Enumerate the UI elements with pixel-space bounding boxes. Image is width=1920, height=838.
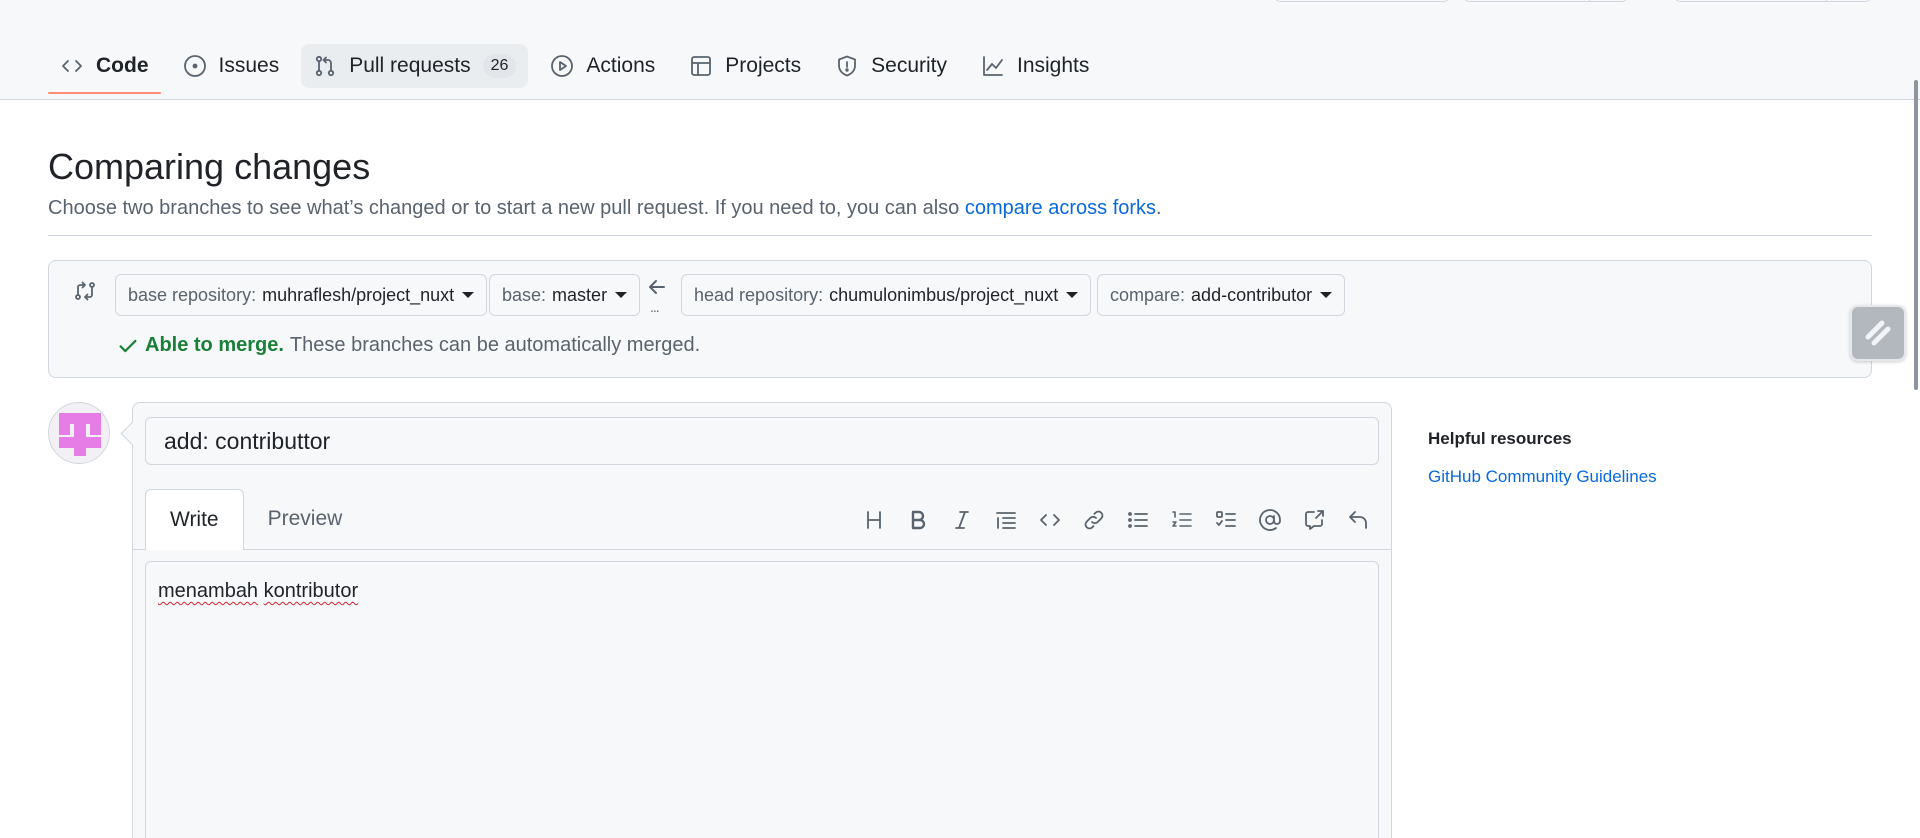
editor-tabs: Write Preview (145, 489, 366, 550)
caret-down-icon (1066, 292, 1079, 298)
merge-status-text: These branches can be automatically merg… (289, 334, 701, 356)
quote-icon[interactable] (987, 501, 1024, 539)
issue-opened-icon (183, 55, 206, 77)
repo-header: Code Issues Pull requests 26 Actions Pro… (0, 0, 1920, 100)
helpful-resources: Helpful resources GitHub Community Guide… (1428, 429, 1657, 487)
undo-icon[interactable] (1339, 501, 1376, 539)
avatar (48, 402, 110, 464)
repo-nav: Code Issues Pull requests 26 Actions Pro… (48, 42, 1101, 94)
pull-request-composer: Write Preview menambah kontributor (132, 402, 1392, 838)
tab-code-label: Code (96, 54, 149, 77)
subtitle-end: . (1156, 197, 1162, 219)
cross-reference-icon[interactable] (1295, 501, 1332, 539)
unordered-list-icon[interactable] (1119, 501, 1156, 539)
bold-icon[interactable] (899, 501, 936, 539)
pr-title-input[interactable] (145, 417, 1379, 465)
body-word: menambah (158, 580, 259, 602)
play-icon (551, 55, 574, 77)
tab-projects[interactable]: Projects (677, 44, 813, 88)
tab-code[interactable]: Code (48, 44, 161, 94)
table-icon (691, 56, 712, 76)
watch-button[interactable] (1275, 0, 1449, 2)
base-repository-select[interactable]: base repository: muhraflesh/project_nuxt (115, 274, 488, 316)
git-compare-icon (73, 279, 97, 303)
link-icon[interactable] (1075, 501, 1112, 539)
base-repository-label: base repository: (128, 284, 257, 305)
tab-insights-label: Insights (1017, 54, 1090, 77)
tab-pull-requests-label: Pull requests (349, 54, 471, 77)
tab-write[interactable]: Write (145, 489, 244, 550)
base-branch-select[interactable]: base: master (489, 274, 641, 316)
subtitle-text: Choose two branches to see what’s change… (48, 197, 965, 219)
compare-branch-value: add-contributor (1191, 284, 1313, 305)
mention-icon[interactable] (1251, 501, 1288, 539)
compare-branch-select[interactable]: compare: add-contributor (1097, 274, 1346, 316)
tab-actions-label: Actions (586, 54, 656, 77)
tab-actions[interactable]: Actions (538, 44, 667, 88)
community-guidelines-link[interactable]: GitHub Community Guidelines (1428, 467, 1657, 486)
pr-body-textarea[interactable]: menambah kontributor (145, 561, 1379, 838)
arrow-left-icon: ... (645, 275, 669, 315)
ordered-list-icon[interactable] (1163, 501, 1200, 539)
code-icon (62, 60, 82, 72)
tab-pull-requests[interactable]: Pull requests 26 (301, 44, 529, 88)
head-repository-label: head repository: (694, 284, 824, 305)
git-pull-request-icon (316, 55, 335, 77)
tab-security[interactable]: Security (823, 44, 959, 88)
range-editor: base repository: muhraflesh/project_nuxt… (48, 260, 1872, 378)
tab-divider (133, 549, 1391, 550)
extension-icon[interactable] (1850, 305, 1906, 361)
tab-insights[interactable]: Insights (969, 44, 1101, 88)
page-subtitle: Choose two branches to see what’s change… (48, 197, 1162, 220)
page-title: Comparing changes (48, 146, 371, 187)
fork-button[interactable] (1464, 0, 1627, 2)
body-word: kontributor (263, 580, 359, 602)
caret-down-icon (462, 292, 475, 298)
task-list-icon[interactable] (1207, 501, 1244, 539)
italic-icon[interactable] (943, 501, 980, 539)
merge-status: Able to merge. These branches can be aut… (117, 334, 700, 357)
tab-preview[interactable]: Preview (244, 489, 367, 549)
swap-dots: ... (650, 299, 660, 315)
base-branch-value: master (552, 284, 608, 305)
shield-icon (838, 55, 857, 77)
markdown-toolbar (855, 501, 1376, 539)
head-repository-value: chumulonimbus/project_nuxt (829, 284, 1059, 305)
caret-down-icon (1320, 292, 1333, 298)
heading-icon[interactable] (855, 501, 892, 539)
tab-issues[interactable]: Issues (171, 44, 292, 88)
caret-down-icon (615, 292, 628, 298)
code-icon[interactable] (1031, 501, 1068, 539)
divider (48, 235, 1872, 236)
star-button[interactable] (1675, 0, 1871, 2)
helpful-resources-heading: Helpful resources (1428, 429, 1572, 448)
compare-across-forks-link[interactable]: compare across forks (965, 197, 1156, 219)
tab-projects-label: Projects (725, 54, 802, 77)
scrollbar[interactable] (1914, 80, 1918, 390)
pull-requests-counter: 26 (482, 54, 517, 78)
graph-icon (983, 56, 1003, 76)
base-branch-label: base: (502, 284, 547, 305)
base-repository-value: muhraflesh/project_nuxt (262, 284, 455, 305)
tab-security-label: Security (871, 54, 947, 77)
check-icon (119, 339, 137, 352)
head-repository-select[interactable]: head repository: chumulonimbus/project_n… (681, 274, 1092, 316)
merge-status-ok: Able to merge. (145, 334, 284, 356)
compare-branch-label: compare: (1110, 284, 1186, 305)
tab-issues-label: Issues (218, 54, 280, 77)
